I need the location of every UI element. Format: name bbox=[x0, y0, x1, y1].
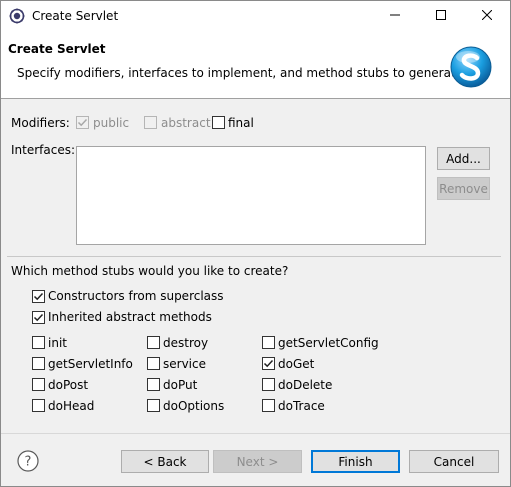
next-button[interactable]: Next > bbox=[213, 450, 302, 473]
eclipse-app-icon bbox=[9, 8, 25, 24]
constructors-checkbox[interactable] bbox=[32, 290, 45, 303]
minimize-icon bbox=[390, 9, 400, 23]
dodelete-label: doDelete bbox=[278, 378, 333, 392]
doget-label: doGet bbox=[278, 357, 315, 371]
init-label: init bbox=[48, 336, 67, 350]
destroy-checkbox[interactable] bbox=[147, 336, 160, 349]
cancel-button[interactable]: Cancel bbox=[409, 450, 499, 473]
maximize-button[interactable] bbox=[418, 1, 464, 31]
dodelete-checkbox[interactable] bbox=[262, 378, 275, 391]
abstract-checkbox[interactable] bbox=[144, 116, 157, 129]
service-label: service bbox=[163, 357, 206, 371]
dotrace-checkbox[interactable] bbox=[262, 399, 275, 412]
interfaces-list[interactable] bbox=[76, 146, 426, 245]
init-checkbox[interactable] bbox=[32, 336, 45, 349]
dooptions-checkbox[interactable] bbox=[147, 399, 160, 412]
getservletinfo-label: getServletInfo bbox=[48, 357, 133, 371]
dotrace-label: doTrace bbox=[278, 399, 325, 413]
title-bar: Create Servlet bbox=[1, 1, 510, 31]
public-checkbox[interactable] bbox=[76, 116, 89, 129]
close-button[interactable] bbox=[464, 1, 510, 31]
dooptions-label: doOptions bbox=[163, 399, 225, 413]
minimize-button[interactable] bbox=[372, 1, 418, 31]
back-button[interactable]: < Back bbox=[121, 450, 209, 473]
service-checkbox[interactable] bbox=[147, 357, 160, 370]
dohead-checkbox[interactable] bbox=[32, 399, 45, 412]
getservletconfig-checkbox[interactable] bbox=[262, 336, 275, 349]
doput-label: doPut bbox=[163, 378, 198, 392]
page-title: Create Servlet bbox=[8, 42, 106, 56]
interfaces-label: Interfaces: bbox=[11, 143, 76, 157]
inherited-label: Inherited abstract methods bbox=[48, 310, 212, 324]
stubs-question: Which method stubs would you like to cre… bbox=[11, 264, 289, 278]
modifiers-label: Modifiers: bbox=[11, 116, 70, 130]
doput-checkbox[interactable] bbox=[147, 378, 160, 391]
inherited-checkbox[interactable] bbox=[32, 311, 45, 324]
add-interface-button[interactable]: Add... bbox=[437, 147, 490, 170]
close-icon bbox=[481, 9, 493, 23]
servlet-logo-icon bbox=[449, 45, 493, 89]
final-checkbox[interactable] bbox=[212, 116, 225, 129]
help-icon[interactable]: ? bbox=[17, 450, 39, 472]
page-description: Specify modifiers, interfaces to impleme… bbox=[17, 66, 467, 80]
final-label: final bbox=[228, 116, 254, 130]
destroy-label: destroy bbox=[163, 336, 209, 350]
footer-separator bbox=[1, 433, 510, 434]
getservletinfo-checkbox[interactable] bbox=[32, 357, 45, 370]
doget-checkbox[interactable] bbox=[262, 357, 275, 370]
dialog-window: Create Servlet Create Servlet Specify mo… bbox=[0, 0, 511, 487]
finish-button[interactable]: Finish bbox=[311, 450, 400, 473]
constructors-label: Constructors from superclass bbox=[48, 289, 224, 303]
svg-text:?: ? bbox=[25, 455, 32, 470]
section-separator bbox=[7, 256, 501, 257]
getservletconfig-label: getServletConfig bbox=[278, 336, 379, 350]
dopost-label: doPost bbox=[48, 378, 89, 392]
maximize-icon bbox=[436, 9, 446, 23]
wizard-header: Create Servlet Specify modifiers, interf… bbox=[1, 31, 510, 99]
window-title: Create Servlet bbox=[32, 9, 119, 23]
abstract-label: abstract bbox=[161, 116, 211, 130]
dopost-checkbox[interactable] bbox=[32, 378, 45, 391]
public-label: public bbox=[93, 116, 130, 130]
dohead-label: doHead bbox=[48, 399, 95, 413]
remove-interface-button[interactable]: Remove bbox=[437, 177, 490, 200]
